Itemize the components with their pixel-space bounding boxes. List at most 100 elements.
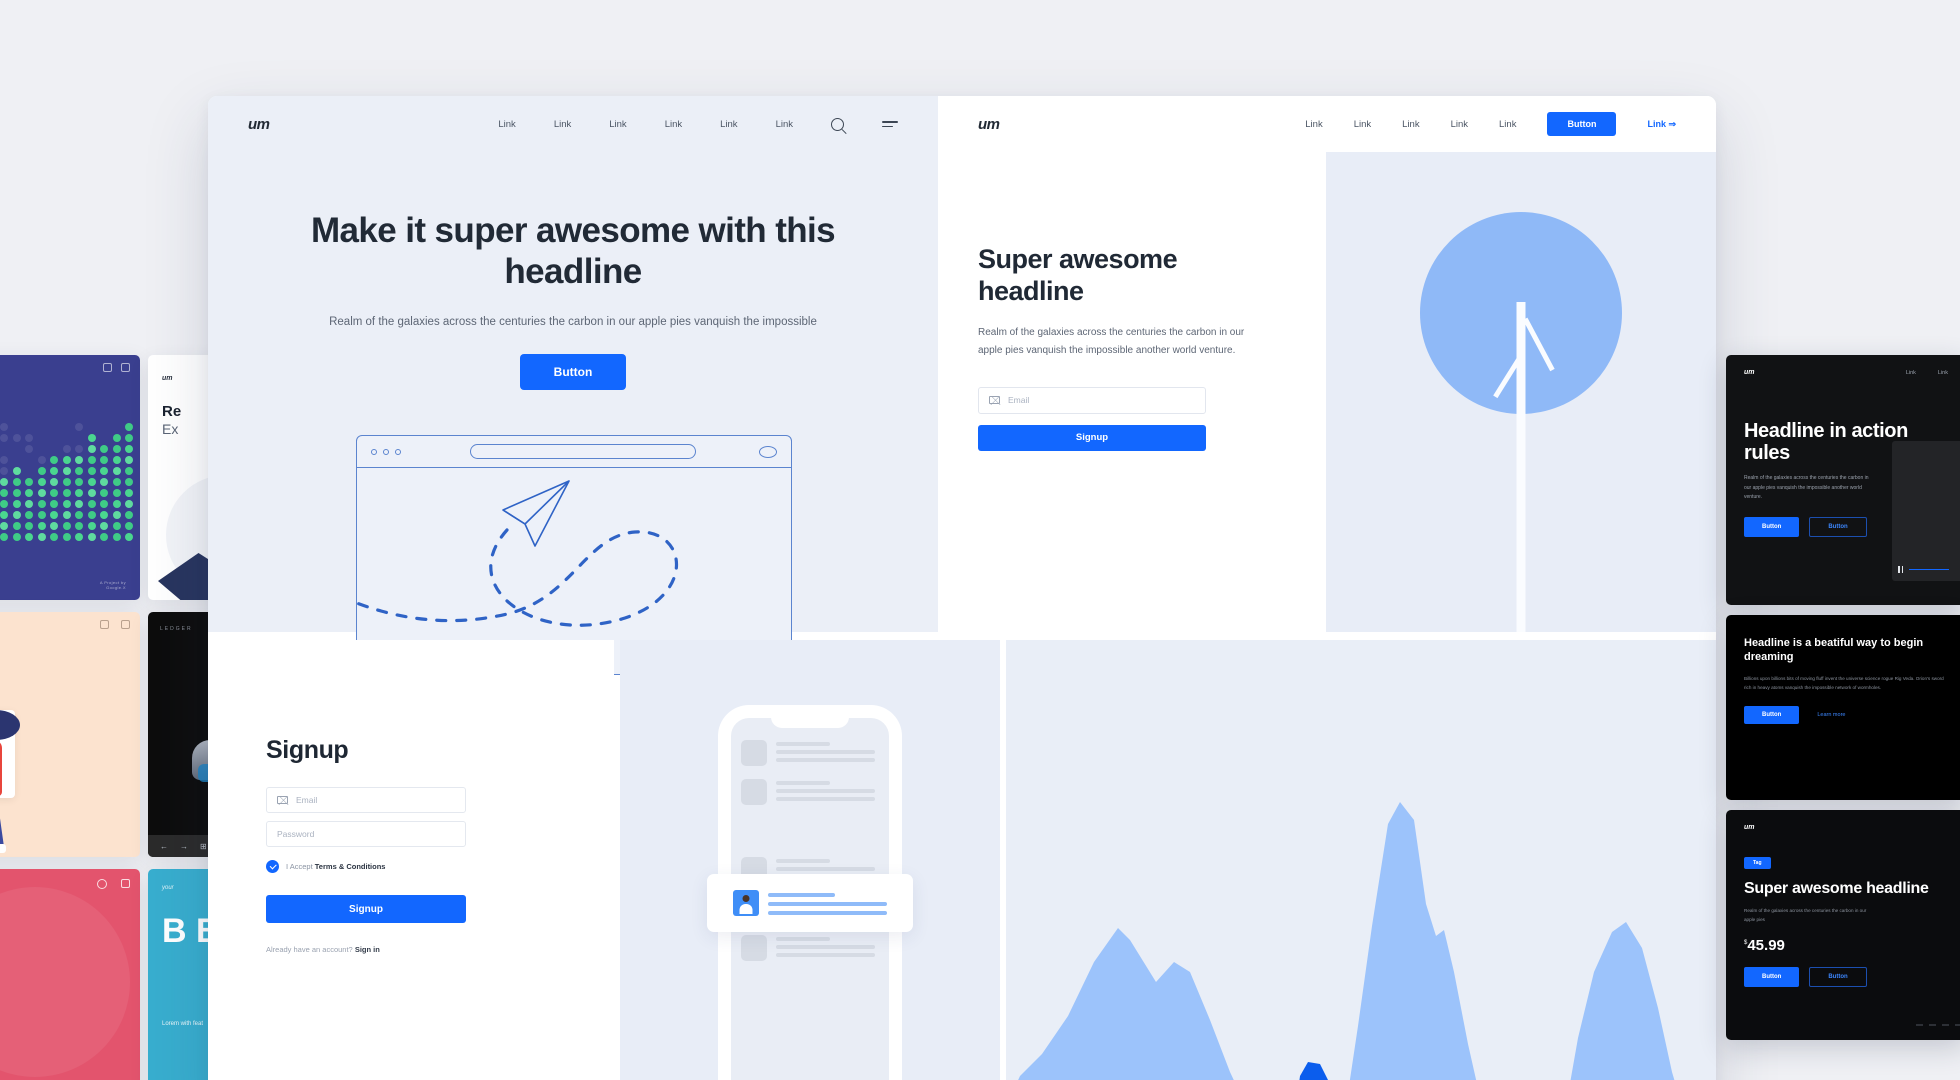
- email-input[interactable]: Email: [978, 387, 1206, 414]
- card-logo: um: [162, 375, 173, 382]
- chart-dot: [125, 489, 133, 497]
- thumbnail-furniture-sofa-card[interactable]: [0, 869, 140, 1080]
- chart-dot: [63, 511, 71, 519]
- accept-label: I Accept: [286, 862, 313, 871]
- chart-dot: [38, 467, 46, 475]
- nav-link-1[interactable]: Link: [1305, 119, 1322, 130]
- chart-dot: [38, 533, 46, 541]
- thumbnail-analytics-dashboard-card[interactable]: A Project by Google.X: [0, 355, 140, 600]
- nav-link-2[interactable]: Link: [1354, 119, 1371, 130]
- phone-notch: [771, 712, 849, 728]
- chart-dot: [0, 522, 8, 530]
- terms-row[interactable]: I Accept Terms & Conditions: [266, 860, 466, 873]
- chart-dot: [75, 456, 83, 464]
- password-placeholder: Password: [277, 829, 314, 839]
- nav-link-5[interactable]: Link: [720, 119, 737, 130]
- chart-dot: [63, 533, 71, 541]
- search-icon[interactable]: [831, 118, 844, 131]
- grid-icon[interactable]: [121, 879, 130, 888]
- nav-arrow-link[interactable]: Link ⇒: [1647, 119, 1676, 130]
- search-icon[interactable]: [97, 879, 107, 889]
- secondary-button[interactable]: Button: [1809, 967, 1866, 987]
- signin-link[interactable]: Sign in: [355, 945, 380, 954]
- thumbnail-illustration-people-card[interactable]: [0, 612, 140, 857]
- nav-link-3[interactable]: Link: [609, 119, 626, 130]
- list-item[interactable]: [741, 779, 879, 805]
- chart-dot: [100, 500, 108, 508]
- dark-card-product[interactable]: um Tag Super awesome headline Realm of t…: [1726, 810, 1960, 1040]
- chart-dot: [125, 500, 133, 508]
- chart-dot: [50, 478, 58, 486]
- chart-dot: [100, 522, 108, 530]
- chart-dot: [88, 478, 96, 486]
- phone-illustration: [725, 712, 895, 1080]
- nav-link-5[interactable]: Link: [1499, 119, 1516, 130]
- chart-dot: [75, 511, 83, 519]
- hamburger-menu-icon[interactable]: [882, 121, 898, 127]
- list-item-highlighted[interactable]: [707, 874, 913, 932]
- nav-link-2[interactable]: Link: [1938, 370, 1948, 376]
- media-controls[interactable]: [1898, 566, 1949, 573]
- pause-icon[interactable]: [1898, 566, 1903, 573]
- brand-logo[interactable]: um: [248, 116, 270, 133]
- secondary-button[interactable]: Button: [1809, 517, 1866, 537]
- nav-link-2[interactable]: Link: [554, 119, 571, 130]
- chart-dot: [125, 445, 133, 453]
- nav-link-4[interactable]: Link: [1451, 119, 1468, 130]
- list-item-avatar: [733, 890, 759, 916]
- card-logo: your: [162, 885, 174, 891]
- decorative-dashes: [1916, 1024, 1960, 1026]
- grid-icon[interactable]: ⊞: [200, 842, 207, 851]
- signin-prompt: Already have an account? Sign in: [266, 945, 466, 954]
- card-subtitle: Ex: [162, 421, 178, 437]
- chart-dot: [0, 478, 8, 486]
- terms-checkbox[interactable]: [266, 860, 279, 873]
- email-input[interactable]: Email: [266, 787, 466, 813]
- dark-card-feature[interactable]: Headline is a beatiful way to begin drea…: [1726, 615, 1960, 800]
- next-icon[interactable]: →: [180, 842, 188, 851]
- primary-button[interactable]: Button: [1744, 517, 1799, 537]
- chart-dot: [50, 511, 58, 519]
- list-item[interactable]: [741, 740, 879, 766]
- card-subtext: Realm of the galaxies across the centuri…: [1744, 907, 1874, 925]
- nav-cta-button[interactable]: Button: [1547, 112, 1616, 136]
- learn-more-link[interactable]: Learn more: [1817, 712, 1845, 718]
- primary-button[interactable]: Button: [1744, 706, 1799, 724]
- chart-dot: [38, 522, 46, 530]
- brand-logo[interactable]: um: [978, 116, 1000, 133]
- card-body: Headline is a beatiful way to begin drea…: [1726, 615, 1960, 746]
- nav-link-1[interactable]: Link: [498, 119, 515, 130]
- chart-dot: [38, 489, 46, 497]
- brand-logo[interactable]: um: [1744, 369, 1755, 376]
- media-panel: [1892, 441, 1960, 581]
- prev-icon[interactable]: ←: [160, 842, 168, 851]
- seek-bar[interactable]: [1909, 569, 1949, 571]
- panel-signup-hero: um Link Link Link Link Link Button Link …: [938, 96, 1716, 632]
- chart-dot: [100, 533, 108, 541]
- navbar: um: [1726, 810, 1960, 831]
- nav-link-4[interactable]: Link: [665, 119, 682, 130]
- list-item[interactable]: [741, 935, 879, 961]
- signup-submit-button[interactable]: Signup: [266, 895, 466, 923]
- tree-illustration: [1326, 152, 1716, 632]
- dark-card-hero[interactable]: um Link Link Headline in action rules Re…: [1726, 355, 1960, 605]
- signup-button[interactable]: Signup: [978, 425, 1206, 451]
- nav-link-1[interactable]: Link: [1906, 370, 1916, 376]
- email-placeholder: Email: [1008, 395, 1029, 405]
- terms-link[interactable]: Terms & Conditions: [315, 862, 386, 871]
- nav-link-6[interactable]: Link: [776, 119, 793, 130]
- right-dark-card-column: um Link Link Headline in action rules Re…: [1726, 355, 1960, 1050]
- chart-dot: [88, 500, 96, 508]
- chart-dot: [0, 489, 8, 497]
- chart-dot: [0, 423, 8, 431]
- chart-dot: [13, 478, 21, 486]
- screenshot-stage: A Project by Google.X um Re Ex LEDGER ← …: [0, 0, 1960, 1080]
- password-input[interactable]: Password: [266, 821, 466, 847]
- chart-dot: [25, 533, 33, 541]
- list-item-thumbnail: [741, 740, 767, 766]
- hero-headline: Super awesome headline: [978, 244, 1263, 308]
- primary-button[interactable]: Button: [1744, 967, 1799, 987]
- nav-link-3[interactable]: Link: [1402, 119, 1419, 130]
- hero-cta-button[interactable]: Button: [520, 354, 627, 390]
- brand-logo[interactable]: um: [1744, 824, 1755, 831]
